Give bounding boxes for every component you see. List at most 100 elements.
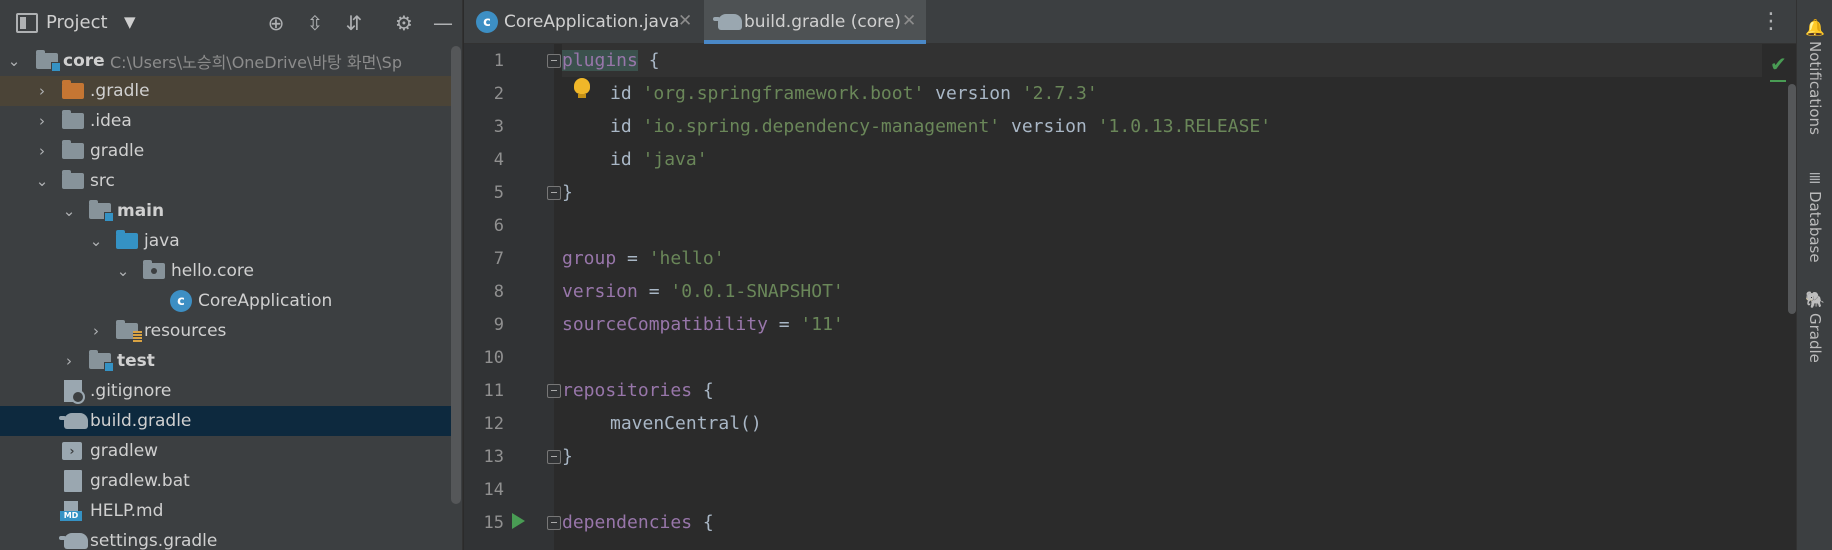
gradle-elephant-icon: 🐘 <box>1805 290 1825 309</box>
fold-marker-icon[interactable] <box>547 54 561 68</box>
tree-item-idea[interactable]: › .idea <box>0 106 452 136</box>
line-number: 15 <box>483 513 504 533</box>
chevron-down-icon[interactable]: ⌄ <box>115 262 131 280</box>
tree-item-dot-gradle[interactable]: › .gradle <box>0 76 452 106</box>
tree-item-resources[interactable]: › resources <box>0 316 452 346</box>
collapse-all-icon[interactable]: ⇵ <box>340 9 368 37</box>
tree-item-test[interactable]: › test <box>0 346 452 376</box>
tree-item-label: .gradle <box>90 81 150 101</box>
tool-tab-notifications[interactable]: 🔔 Notifications <box>1801 18 1829 135</box>
gradle-elephant-icon <box>713 14 742 30</box>
tree-item-help-md[interactable]: MD HELP.md <box>0 496 452 526</box>
view-dropdown-icon[interactable]: ▼ <box>124 13 136 31</box>
chevron-right-icon[interactable]: › <box>61 352 77 370</box>
line-number: 3 <box>493 117 504 137</box>
chevron-down-icon[interactable]: ⌄ <box>88 232 104 250</box>
tool-tab-label: Notifications <box>1806 41 1824 135</box>
change-marker <box>1770 80 1786 82</box>
tree-item-label: .gitignore <box>90 381 172 401</box>
expand-all-icon[interactable]: ⇳ <box>301 9 329 37</box>
tab-build-gradle-core[interactable]: build.gradle (core) ✕ <box>704 0 926 44</box>
fold-marker-icon[interactable] <box>547 384 561 398</box>
editor-area: c CoreApplication.java ✕ build.gradle (c… <box>464 0 1796 550</box>
tree-item-gitignore[interactable]: .gitignore <box>0 376 452 406</box>
bell-icon: 🔔 <box>1805 18 1825 37</box>
tab-label: build.gradle (core) <box>744 12 901 32</box>
tree-item-label: core <box>63 51 105 71</box>
fold-marker-icon[interactable] <box>547 186 561 200</box>
tree-item-gradlew[interactable]: › gradlew <box>0 436 452 466</box>
tree-item-label: gradle <box>90 141 145 161</box>
tree-item-gradle-folder[interactable]: › gradle <box>0 136 452 166</box>
chevron-right-icon[interactable]: › <box>88 322 104 340</box>
tab-core-application-java[interactable]: c CoreApplication.java ✕ <box>464 0 702 44</box>
right-tool-strip: 🔔 Notifications ≣ Database 🐘 Gradle <box>1796 0 1832 550</box>
editor-gutter: 1 2 3 4 5 6 7 8 9 10 11 12 13 14 15 <box>464 44 561 550</box>
tree-item-core-application[interactable]: c CoreApplication <box>0 286 452 316</box>
fold-marker-icon[interactable] <box>547 450 561 464</box>
tree-item-label: HELP.md <box>90 501 164 521</box>
line-number: 11 <box>483 381 504 401</box>
code-line-5: } <box>562 182 573 203</box>
tree-item-label: resources <box>144 321 227 341</box>
close-icon[interactable]: ✕ <box>678 11 692 31</box>
tree-item-gradlew-bat[interactable]: gradlew.bat <box>0 466 452 496</box>
tree-item-label: .idea <box>90 111 132 131</box>
project-header: Project ▼ ⊕ ⇳ ⇵ ⚙ — <box>0 0 462 46</box>
line-number: 9 <box>493 315 504 335</box>
tree-item-core[interactable]: ⌄ core C:\Users\노승희\OneDrive\바탕 화면\Sp <box>0 46 452 76</box>
editor-tab-bar: c CoreApplication.java ✕ build.gradle (c… <box>464 0 1796 44</box>
chevron-down-icon[interactable]: ⌄ <box>61 202 77 220</box>
tree-item-label: gradlew.bat <box>90 471 190 491</box>
run-gutter-icon[interactable] <box>512 513 525 529</box>
tree-item-java[interactable]: ⌄ java <box>0 226 452 256</box>
code-line-9: sourceCompatibility = '11' <box>562 314 844 335</box>
tree-item-settings-gradle[interactable]: settings.gradle <box>0 526 452 550</box>
code-line-7: group = 'hello' <box>562 248 725 269</box>
gradle-elephant-icon <box>59 533 88 549</box>
tool-tab-gradle[interactable]: 🐘 Gradle <box>1801 290 1829 363</box>
tree-item-label: build.gradle <box>90 411 192 431</box>
tool-tab-database[interactable]: ≣ Database <box>1801 168 1829 263</box>
tree-item-src[interactable]: ⌄ src <box>0 166 452 196</box>
gear-icon[interactable]: ⚙ <box>390 9 418 37</box>
tree-item-label: main <box>117 201 165 221</box>
tab-options-icon[interactable]: ⋮ <box>1760 9 1782 34</box>
code-line-1: plugins { <box>562 44 1762 77</box>
inspection-ok-icon[interactable]: ✔ <box>1770 52 1787 76</box>
project-title[interactable]: Project <box>46 12 108 33</box>
chevron-right-icon[interactable]: › <box>34 112 50 130</box>
tree-item-label: gradlew <box>90 441 159 461</box>
chevron-right-icon[interactable]: › <box>34 142 50 160</box>
module-folder-icon <box>36 50 61 72</box>
editor-scrollbar[interactable] <box>1788 84 1796 314</box>
tree-scrollbar[interactable] <box>451 46 461 504</box>
chevron-down-icon[interactable]: ⌄ <box>34 172 50 190</box>
code-line-3: id 'io.spring.dependency-management' ver… <box>610 116 1272 137</box>
tree-item-main[interactable]: ⌄ main <box>0 196 452 226</box>
tree-item-label: src <box>90 171 115 191</box>
locate-icon[interactable]: ⊕ <box>262 9 290 37</box>
tree-item-label: CoreApplication <box>198 291 333 311</box>
tree-item-hello-core[interactable]: ⌄ hello.core <box>0 256 452 286</box>
tree-item-build-gradle[interactable]: build.gradle <box>0 406 452 436</box>
excluded-folder-icon <box>62 80 84 99</box>
chevron-down-icon[interactable]: ⌄ <box>6 52 22 70</box>
tool-tab-label: Database <box>1806 191 1824 263</box>
chevron-right-icon[interactable]: › <box>34 82 50 100</box>
line-number: 14 <box>483 480 504 500</box>
code-line-11: repositories { <box>562 380 714 401</box>
line-number: 13 <box>483 447 504 467</box>
fold-marker-icon[interactable] <box>547 516 561 530</box>
file-icon <box>64 470 82 492</box>
shell-script-icon: › <box>62 442 82 460</box>
module-folder-icon <box>89 200 114 222</box>
line-number: 1 <box>493 51 504 71</box>
java-class-icon: c <box>476 11 498 33</box>
code-line-8: version = '0.0.1-SNAPSHOT' <box>562 281 844 302</box>
code-line-15: dependencies { <box>562 512 714 533</box>
hide-icon[interactable]: — <box>429 9 457 37</box>
code-line-12: mavenCentral() <box>610 413 762 434</box>
close-icon[interactable]: ✕ <box>902 11 916 31</box>
intention-bulb-icon[interactable] <box>574 78 590 98</box>
